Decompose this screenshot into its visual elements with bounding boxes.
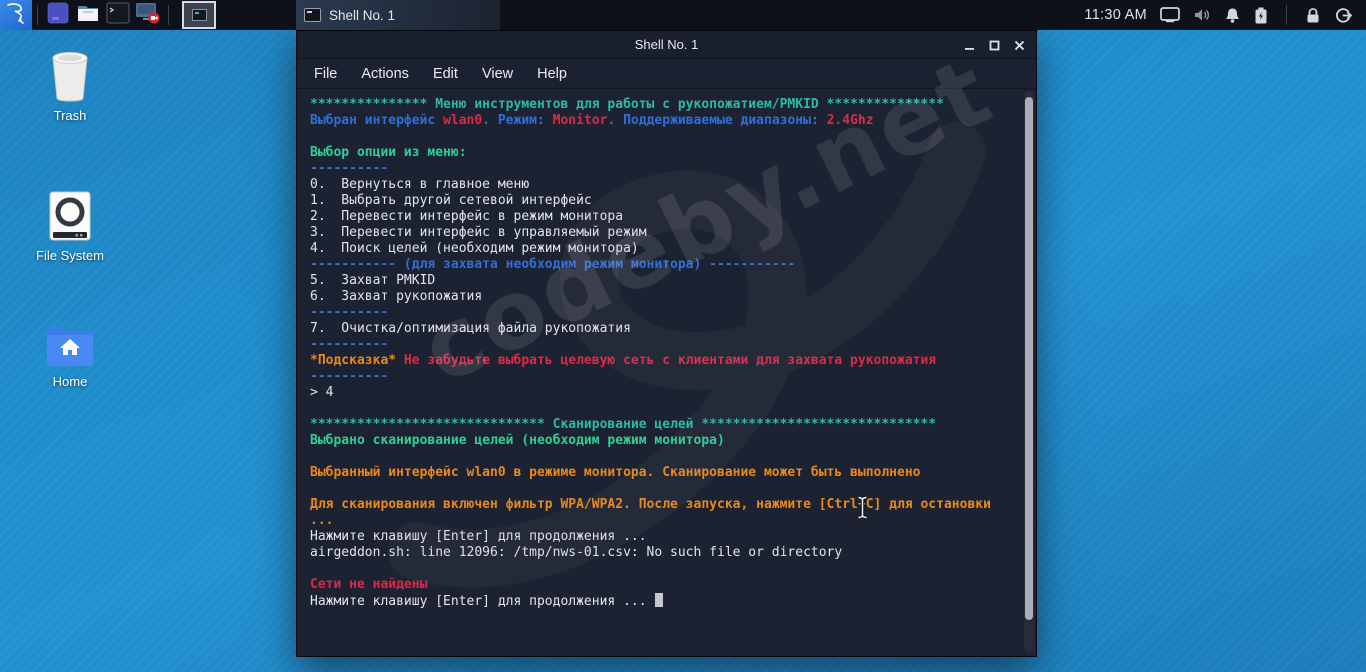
terminal-line: Выбран интерфейс wlan0. Режим: Monitor. … (310, 113, 874, 128)
window-titlebar[interactable]: Shell No. 1 (297, 31, 1036, 59)
terminal-line: Выбранный интерфейс wlan0 в режиме монит… (310, 465, 921, 480)
terminal-window: Shell No. 1 File Actions Edit View Help … (296, 30, 1037, 657)
desktop-icon-label: Home (52, 374, 88, 389)
window-title: Shell No. 1 (634, 37, 699, 52)
kali-menu-button[interactable] (0, 0, 32, 30)
screen-lock-icon[interactable] (1305, 7, 1321, 24)
taskbar-separator (37, 5, 38, 25)
terminal-line: *Подсказка* Не забудьте выбрать целевую … (310, 353, 937, 368)
desktop-icon-label: Trash (53, 108, 87, 123)
terminal-line: ---------- (310, 337, 389, 352)
desktop-icon-file-system[interactable]: File System (22, 190, 118, 263)
terminal-icon (106, 2, 130, 29)
terminal-line: 7. Очистка/оптимизация файла рукопожатия (310, 321, 631, 336)
battery-charging-icon[interactable] (1254, 7, 1268, 24)
terminal-line: ... (310, 513, 334, 528)
terminal-line: Для сканирования включен фильтр WPA/WPA2… (310, 497, 991, 512)
screen-recorder-button[interactable] (133, 1, 163, 29)
menu-view[interactable]: View (471, 63, 524, 85)
terminal-line: Нажмите клавишу [Enter] для продолжения … (310, 529, 647, 544)
task-button-label: Shell No. 1 (329, 7, 396, 23)
log-out-icon[interactable] (1334, 7, 1352, 24)
workspace-pager[interactable] (182, 1, 216, 29)
terminal-screen[interactable]: *************** Меню инструментов для ра… (297, 90, 1022, 656)
terminal-line: 0. Вернуться в главное меню (310, 177, 530, 192)
terminal-line: ----------- (для захвата необходим режим… (310, 257, 796, 272)
terminal-icon (304, 8, 321, 22)
maximize-button[interactable] (987, 38, 1001, 52)
terminal-line: 4. Поиск целей (необходим режим монитора… (310, 241, 639, 256)
minimize-button[interactable] (962, 38, 976, 52)
terminal-line: > 4 (310, 385, 334, 400)
terminal-line: Выбрано сканирование целей (необходим ре… (310, 433, 725, 448)
workspace-window-thumbnail (191, 9, 207, 21)
desktop-icon-home[interactable]: Home (22, 316, 118, 389)
terminal-launcher-button[interactable] (103, 1, 133, 29)
hard-disk-icon (22, 190, 118, 242)
terminal-line: 2. Перевести интерфейс в режим монитора (310, 209, 624, 224)
scrollbar-track[interactable] (1024, 91, 1034, 653)
volume-muted-icon[interactable] (1193, 7, 1211, 23)
menu-edit[interactable]: Edit (422, 63, 469, 85)
terminal-line: 5. Захват PMKID (310, 273, 436, 288)
kali-dragon-icon (6, 2, 26, 29)
scrollbar-thumb[interactable] (1025, 97, 1033, 620)
notifications-bell-icon[interactable] (1224, 7, 1241, 24)
terminal-block-cursor (655, 593, 664, 607)
show-desktop-button[interactable] (43, 1, 73, 29)
show-desktop-icon (47, 2, 69, 29)
terminal-line: ****************************** Сканирова… (310, 417, 937, 432)
terminal-line: Нажмите клавишу [Enter] для продолжения … (310, 593, 1018, 609)
display-icon[interactable] (1160, 7, 1180, 23)
menu-help[interactable]: Help (526, 63, 578, 85)
terminal-line: 1. Выбрать другой сетевой интерфейс (310, 193, 592, 208)
status-tray: 11:30 AM (1084, 5, 1366, 25)
menu-file[interactable]: File (303, 63, 348, 85)
trash-icon (22, 50, 118, 102)
terminal-line: airgeddon.sh: line 12096: /tmp/nws-01.cs… (310, 545, 843, 560)
terminal-line: Сети не найдены (310, 577, 428, 592)
close-button[interactable] (1012, 38, 1026, 52)
window-menubar: File Actions Edit View Help (297, 59, 1036, 89)
file-manager-icon (76, 2, 100, 29)
taskbar-separator (1286, 5, 1287, 25)
taskbar-separator (168, 5, 169, 25)
terminal-line: *************** Меню инструментов для ра… (310, 97, 944, 112)
desktop-icon-label: File System (36, 248, 104, 263)
terminal-line: ---------- (310, 369, 389, 384)
terminal-line: 6. Захват рукопожатия (310, 289, 483, 304)
clock: 11:30 AM (1084, 7, 1147, 23)
menu-actions[interactable]: Actions (350, 63, 420, 85)
screen-recorder-icon (135, 1, 161, 30)
file-manager-button[interactable] (73, 1, 103, 29)
desktop: Shell No. 1 11:30 AM Trash File System H… (0, 0, 1366, 672)
terminal-line: ---------- (310, 305, 389, 320)
taskbar: Shell No. 1 11:30 AM (0, 0, 1366, 30)
terminal-line: ---------- (310, 161, 389, 176)
task-button-shell[interactable]: Shell No. 1 (296, 0, 500, 30)
home-folder-icon (22, 316, 118, 368)
terminal-line: 3. Перевести интерфейс в управляемый реж… (310, 225, 647, 240)
terminal-line: Выбор опции из меню: (310, 145, 467, 160)
desktop-icon-trash[interactable]: Trash (22, 50, 118, 123)
